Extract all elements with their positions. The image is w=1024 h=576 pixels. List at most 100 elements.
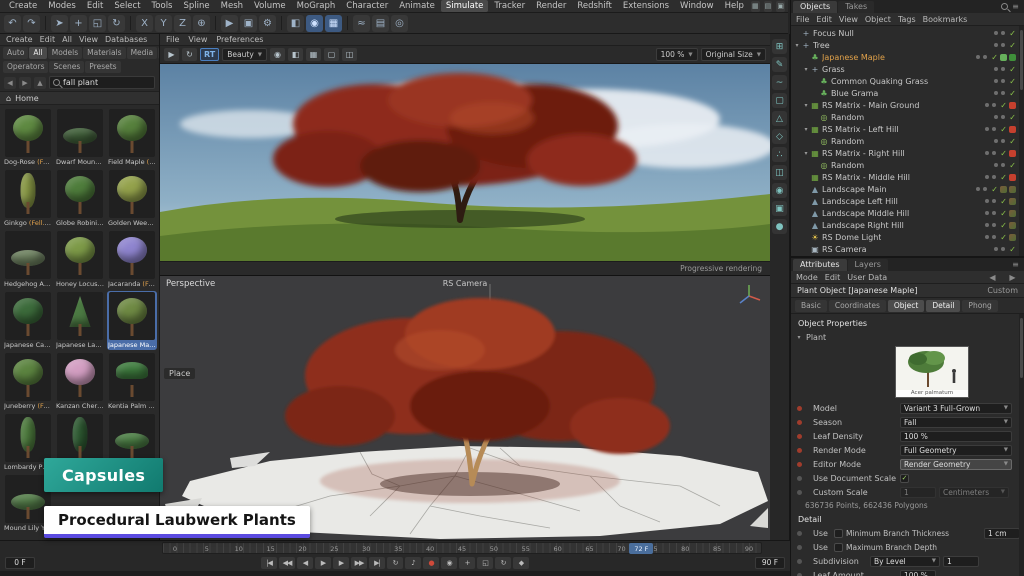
start-ipr-icon[interactable]: ▶ — [164, 48, 179, 61]
render-menu-view[interactable]: View — [188, 35, 207, 44]
render-menu-preferences[interactable]: Preferences — [216, 35, 263, 44]
object-row-rs-matrix-middle-hill[interactable]: ▦RS Matrix - Middle Hill✓ — [791, 171, 1024, 183]
enabled-check-icon[interactable]: ✓ — [1000, 233, 1007, 242]
render-visibility-dot[interactable] — [1001, 43, 1005, 47]
enabled-check-icon[interactable]: ✓ — [1009, 41, 1016, 50]
expand-arrow-icon[interactable]: ▾ — [802, 126, 810, 133]
animation-dot[interactable] — [797, 462, 802, 467]
expand-arrow-icon[interactable]: ▾ — [802, 102, 810, 109]
object-row-common-quaking-grass[interactable]: ♣Common Quaking Grass✓ — [791, 75, 1024, 87]
preset-dropdown[interactable]: Custom — [987, 286, 1018, 295]
field-icon[interactable]: ◉ — [772, 183, 787, 198]
editor-visibility-dot[interactable] — [994, 139, 998, 143]
texture-tag-icon[interactable] — [1000, 186, 1007, 193]
object-row-japanese-maple[interactable]: ♣Japanese Maple✓ — [791, 51, 1024, 63]
asset-item-japanese-camellia[interactable]: Japanese Camellia (Fell. Plant) — [3, 291, 53, 350]
animation-dot[interactable] — [797, 434, 802, 439]
section-tab-detail[interactable]: Detail — [926, 300, 960, 312]
enabled-check-icon[interactable]: ✓ — [1009, 65, 1016, 74]
spline-icon[interactable]: ~ — [772, 75, 787, 90]
rotate-tool-icon[interactable]: ↻ — [108, 15, 125, 32]
objects-menu-tags[interactable]: Tags — [898, 15, 916, 24]
object-row-landscape-main[interactable]: ▲Landscape Main✓ — [791, 183, 1024, 195]
object-row-rs-camera[interactable]: ▣RS Camera✓ — [791, 243, 1024, 255]
editor-visibility-dot[interactable] — [976, 55, 980, 59]
render-visibility-dot[interactable] — [992, 235, 996, 239]
viewport-3d[interactable]: Perspective RS Camera Place — [160, 276, 770, 540]
editor-visibility-dot[interactable] — [985, 199, 989, 203]
attributes-menu-mode[interactable]: Mode — [796, 273, 818, 282]
goto-end-button[interactable]: ▶| — [369, 557, 385, 569]
view-layout-icon[interactable]: ⊞ — [772, 39, 787, 54]
section-tab-object[interactable]: Object — [888, 300, 924, 312]
size-dropdown[interactable]: Original Size▼ — [701, 48, 766, 61]
object-row-rs-matrix-main-ground[interactable]: ▾▦RS Matrix - Main Ground✓ — [791, 99, 1024, 111]
compare-icon[interactable]: ◧ — [288, 48, 303, 61]
section-tab-basic[interactable]: Basic — [795, 300, 827, 312]
field-render-mode[interactable]: Full Geometry▼ — [900, 445, 1012, 456]
editor-visibility-dot[interactable] — [994, 163, 998, 167]
object-row-grass[interactable]: ▾+Grass✓ — [791, 63, 1024, 75]
filter-tab-auto[interactable]: Auto — [3, 47, 28, 59]
live-selection-icon[interactable]: ➤ — [51, 15, 68, 32]
tab-layers[interactable]: Layers — [848, 259, 888, 271]
next-frame-button[interactable]: ▶ — [333, 557, 349, 569]
loop-button[interactable]: ↻ — [387, 557, 403, 569]
record-rotation-button[interactable]: ↻ — [495, 557, 511, 569]
object-row-rs-matrix-left-hill[interactable]: ▾▦RS Matrix - Left Hill✓ — [791, 123, 1024, 135]
breadcrumb[interactable]: ⌂ Home — [0, 91, 159, 105]
render-visibility-dot[interactable] — [1001, 67, 1005, 71]
mograph-icon[interactable]: ∴ — [772, 147, 787, 162]
render-visibility-dot[interactable] — [992, 223, 996, 227]
redo-icon[interactable]: ↷ — [23, 15, 40, 32]
editor-visibility-dot[interactable] — [985, 175, 989, 179]
field-subdivision-value[interactable]: 1 — [943, 556, 979, 567]
back-icon[interactable]: ◀ — [4, 77, 16, 89]
render-visibility-dot[interactable] — [992, 199, 996, 203]
object-tag-icon[interactable] — [1009, 102, 1016, 109]
layout-icon[interactable]: ▦ — [751, 1, 760, 12]
asset-item-jacaranda[interactable]: Jacaranda (Fell. Plant) — [107, 230, 157, 289]
asset-item-dog-rose[interactable]: Dog-Rose (Fell. Plant) — [3, 108, 53, 167]
field-custom-scale[interactable]: 1 — [900, 487, 936, 498]
render-settings-icon[interactable]: ⚙ — [259, 15, 276, 32]
animation-dot[interactable] — [797, 545, 802, 550]
filter-tab-models[interactable]: Models — [48, 47, 82, 59]
assets-menu-all[interactable]: All — [62, 35, 72, 44]
editor-visibility-dot[interactable] — [985, 151, 989, 155]
record-scale-button[interactable]: ◱ — [477, 557, 493, 569]
render-visibility-dot[interactable] — [1001, 247, 1005, 251]
section-tab-coordinates[interactable]: Coordinates — [829, 300, 886, 312]
simulation-icon[interactable]: ≈ — [353, 15, 370, 32]
editor-visibility-dot[interactable] — [994, 91, 998, 95]
texture-tag-icon[interactable] — [1009, 210, 1016, 217]
object-tag-icon[interactable] — [1009, 54, 1016, 61]
object-row-random[interactable]: ◎Random✓ — [791, 159, 1024, 171]
workspace-icon[interactable]: ▣ — [776, 1, 785, 12]
texture-tag-icon[interactable] — [1009, 222, 1016, 229]
panel-menu-icon[interactable]: ≡ — [1009, 1, 1022, 12]
editor-visibility-dot[interactable] — [994, 31, 998, 35]
enabled-check-icon[interactable]: ✓ — [1009, 245, 1016, 254]
object-tag-icon[interactable] — [1009, 126, 1016, 133]
render-visibility-dot[interactable] — [983, 187, 987, 191]
move-tool-icon[interactable]: + — [70, 15, 87, 32]
render-visibility-dot[interactable] — [1001, 139, 1005, 143]
asset-item-kentia-palm[interactable]: Kentia Palm (Fell. Plant) — [107, 352, 157, 411]
menu-window[interactable]: Window — [675, 0, 719, 12]
objects-menu-edit[interactable]: Edit — [816, 15, 832, 24]
editor-visibility-dot[interactable] — [985, 223, 989, 227]
checkbox-minimum-branch-thickness[interactable] — [834, 529, 843, 538]
render-visibility-dot[interactable] — [992, 103, 996, 107]
scrollbar[interactable] — [1019, 314, 1024, 576]
enabled-check-icon[interactable]: ✓ — [1009, 137, 1016, 146]
checkbox-maximum-branch-depth[interactable] — [834, 543, 843, 552]
editor-visibility-dot[interactable] — [994, 247, 998, 251]
menu-character[interactable]: Character — [341, 0, 393, 12]
category-tab-operators[interactable]: Operators — [3, 61, 48, 73]
menu-spline[interactable]: Spline — [179, 0, 215, 12]
objects-menu-view[interactable]: View — [839, 15, 858, 24]
enabled-check-icon[interactable]: ✓ — [1000, 101, 1007, 110]
fields-icon[interactable]: ◎ — [391, 15, 408, 32]
enabled-check-icon[interactable]: ✓ — [1000, 197, 1007, 206]
